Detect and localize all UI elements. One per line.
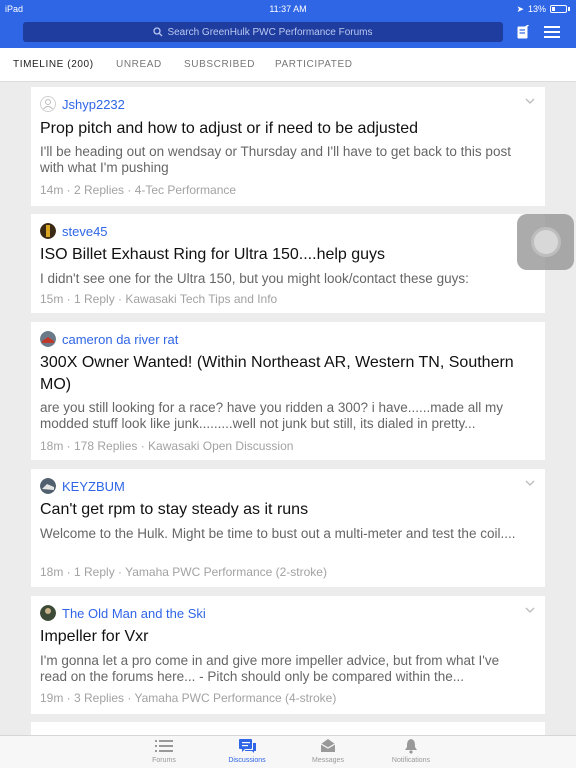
thread-card[interactable]: KEYZBUM Can't get rpm to stay steady as … bbox=[31, 469, 545, 587]
assistive-touch-button[interactable] bbox=[517, 214, 574, 270]
nav-messages[interactable]: Messages bbox=[288, 738, 368, 764]
bell-icon bbox=[405, 739, 417, 754]
avatar bbox=[40, 478, 56, 494]
envelope-icon bbox=[320, 739, 336, 752]
thread-card[interactable]: cameron da river rat 300X Owner Wanted! … bbox=[31, 322, 545, 460]
nav-label: Notifications bbox=[391, 757, 431, 764]
battery-icon bbox=[550, 5, 567, 13]
tab-unread[interactable]: UNREAD bbox=[116, 59, 162, 70]
compose-icon[interactable] bbox=[517, 25, 529, 39]
thread-card[interactable]: Jshyp2232 Prop pitch and how to adjust o… bbox=[31, 87, 545, 206]
chevron-down-icon[interactable] bbox=[525, 97, 535, 105]
tab-bar: TIMELINE (200) UNREAD SUBSCRIBED PARTICI… bbox=[0, 48, 576, 82]
nav-label: Forums bbox=[152, 757, 176, 764]
chevron-down-icon[interactable] bbox=[525, 606, 535, 614]
thread-author[interactable]: The Old Man and the Ski bbox=[62, 606, 206, 621]
thread-meta: 15m · 1 Reply · Kawasaki Tech Tips and I… bbox=[40, 292, 278, 306]
thread-excerpt: I'll be heading out on wendsay or Thursd… bbox=[40, 144, 511, 175]
thread-meta: 14m · 2 Replies · 4-Tec Performance bbox=[40, 183, 237, 197]
search-placeholder: Search GreenHulk PWC Performance Forums bbox=[167, 26, 373, 38]
thread-excerpt: I'm gonna let a pro come in and give mor… bbox=[40, 653, 500, 684]
thread-author[interactable]: KEYZBUM bbox=[62, 479, 125, 494]
tab-timeline[interactable]: TIMELINE (200) bbox=[13, 59, 94, 70]
thread-card[interactable]: steve45 ISO Billet Exhaust Ring for Ultr… bbox=[31, 214, 545, 313]
search-input[interactable]: Search GreenHulk PWC Performance Forums bbox=[23, 22, 503, 42]
nav-notifications[interactable]: Notifications bbox=[371, 738, 451, 764]
battery-percent: 13% bbox=[527, 4, 546, 14]
avatar bbox=[40, 605, 56, 621]
thread-excerpt: are you still looking for a race? have y… bbox=[40, 400, 504, 431]
thread-author[interactable]: cameron da river rat bbox=[62, 332, 178, 347]
thread-title: 300X Owner Wanted! (Within Northeast AR,… bbox=[40, 354, 514, 393]
nav-forums[interactable]: Forums bbox=[124, 738, 204, 764]
search-icon bbox=[153, 27, 163, 37]
chat-bubbles-icon bbox=[239, 739, 256, 753]
thread-title: Impeller for Vxr bbox=[40, 628, 149, 645]
thread-card[interactable] bbox=[31, 722, 545, 735]
list-icon bbox=[155, 740, 173, 752]
status-time: 11:37 AM bbox=[269, 4, 307, 14]
top-bar: iPad 11:37 AM ➤ 13% Search GreenHulk PWC… bbox=[0, 0, 576, 48]
menu-icon[interactable] bbox=[544, 26, 560, 38]
battery-status: ➤ 13% bbox=[516, 3, 570, 15]
thread-meta: 19m · 3 Replies · Yamaha PWC Performance… bbox=[40, 691, 337, 705]
thread-title: ISO Billet Exhaust Ring for Ultra 150...… bbox=[40, 246, 386, 263]
thread-meta: 18m · 178 Replies · Kawasaki Open Discus… bbox=[40, 439, 294, 453]
avatar bbox=[40, 331, 56, 347]
location-icon: ➤ bbox=[516, 4, 524, 14]
avatar bbox=[40, 223, 56, 239]
thread-excerpt: Welcome to the Hulk. Might be time to bu… bbox=[40, 526, 516, 541]
thread-author[interactable]: steve45 bbox=[62, 224, 108, 239]
avatar bbox=[40, 96, 56, 112]
thread-meta: 18m · 1 Reply · Yamaha PWC Performance (… bbox=[40, 565, 327, 579]
chevron-down-icon[interactable] bbox=[525, 479, 535, 487]
nav-label: Messages bbox=[312, 757, 344, 764]
thread-card[interactable]: The Old Man and the Ski Impeller for Vxr… bbox=[31, 596, 545, 714]
thread-title: Prop pitch and how to adjust or if need … bbox=[40, 120, 419, 137]
nav-discussions[interactable]: Discussions bbox=[207, 738, 287, 764]
thread-author[interactable]: Jshyp2232 bbox=[62, 97, 125, 112]
tab-participated[interactable]: PARTICIPATED bbox=[275, 59, 353, 70]
nav-label: Discussions bbox=[228, 757, 266, 764]
thread-title: Can't get rpm to stay steady as it runs bbox=[40, 501, 309, 518]
bottom-nav: Forums Discussions Messages Notification… bbox=[0, 735, 576, 768]
thread-excerpt: I didn't see one for the Ultra 150, but … bbox=[40, 271, 469, 286]
tab-subscribed[interactable]: SUBSCRIBED bbox=[184, 59, 255, 70]
